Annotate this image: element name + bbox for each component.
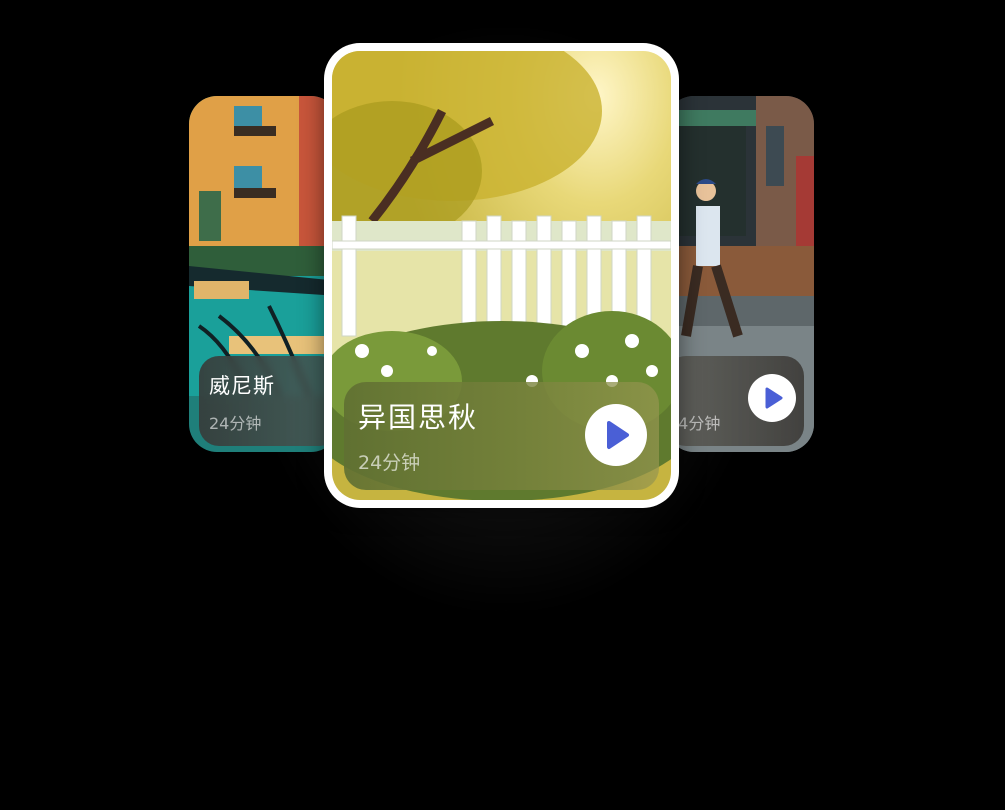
card-info-panel: 异国思秋 24分钟: [344, 382, 659, 490]
story-card-main[interactable]: 异国思秋 24分钟: [324, 43, 679, 508]
card-duration: 24分钟: [358, 452, 421, 474]
play-button[interactable]: [585, 404, 647, 466]
card-info-panel: 24分钟: [666, 356, 804, 446]
card-title: 异国思秋: [358, 401, 479, 434]
card-info-panel: 威尼斯 24分钟: [199, 356, 339, 446]
card-duration: 24分钟: [209, 414, 262, 433]
play-icon: [765, 387, 783, 409]
story-card-right[interactable]: 24分钟: [666, 96, 814, 452]
card-title: 威尼斯: [209, 374, 275, 398]
play-button[interactable]: [748, 374, 796, 422]
story-card-left[interactable]: 威尼斯 24分钟: [189, 96, 339, 452]
play-icon: [607, 421, 629, 449]
